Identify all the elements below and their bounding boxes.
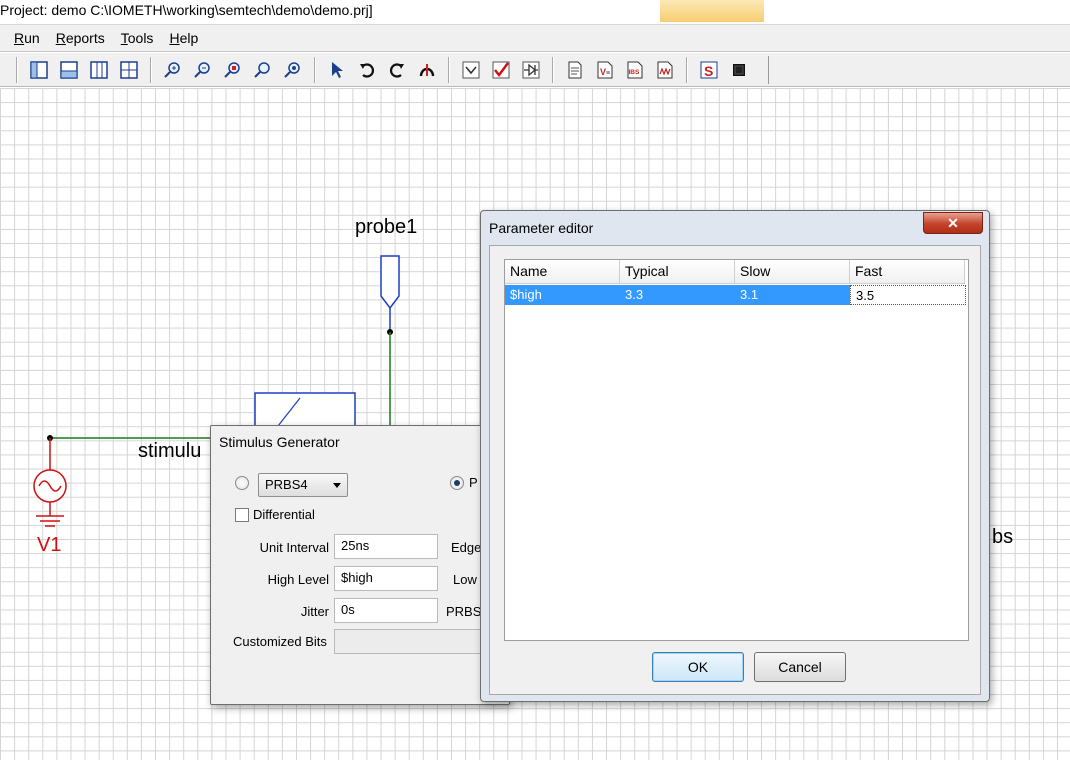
toolbar-separator [686, 56, 688, 83]
chevron-down-icon [333, 483, 341, 488]
prbs-label: PRBS [446, 604, 482, 619]
jitter-input[interactable]: 0s [334, 598, 438, 623]
pulse-radio[interactable] [450, 476, 464, 490]
cell-fast-editing[interactable]: 3.5 [850, 285, 966, 305]
customized-bits-input[interactable] [334, 629, 504, 654]
high-level-input[interactable]: $high [334, 566, 438, 591]
menu-tools[interactable]: Tools [113, 30, 162, 46]
rotate-cw-icon[interactable] [385, 58, 409, 82]
column-header-slow[interactable]: Slow [735, 260, 850, 284]
toolbar-separator [150, 56, 152, 83]
menu-help[interactable]: Help [161, 30, 206, 46]
cell-typical[interactable]: 3.3 [620, 285, 735, 305]
layout-3-icon[interactable] [87, 58, 111, 82]
s-logo-icon[interactable]: S [697, 58, 721, 82]
zoom-1-icon[interactable] [161, 58, 185, 82]
stimulus-label: stimulu [138, 440, 202, 462]
unit-interval-label: Unit Interval [259, 540, 329, 555]
probe1-label: probe1 [355, 216, 418, 238]
column-header-name[interactable]: Name [505, 260, 620, 284]
column-header-fast[interactable]: Fast [850, 260, 965, 284]
pattern-select[interactable]: PRBS4 [258, 473, 348, 497]
v1-label: V1 [37, 534, 62, 556]
zoom-3-icon[interactable] [221, 58, 245, 82]
parameter-editor-body: Name Typical Slow Fast $high 3.3 3.1 3.5… [489, 245, 981, 695]
toolbar: V ≡ IBS S [0, 53, 1070, 87]
ok-button[interactable]: OK [652, 652, 744, 682]
svg-text:IBS: IBS [629, 69, 641, 76]
cell-name[interactable]: $high [505, 285, 620, 305]
component-icon[interactable] [519, 58, 543, 82]
toolbar-separator [552, 56, 554, 83]
zoom-2-icon[interactable] [191, 58, 215, 82]
doc-icon[interactable] [563, 58, 587, 82]
pattern-radio[interactable] [235, 476, 249, 490]
probe1-symbol [380, 255, 400, 310]
right-component-label: bs [992, 526, 1014, 548]
parameter-editor-dialog: Parameter editor ✕ Name Typical Slow Fas… [480, 210, 990, 702]
stimulus-dialog-title: Stimulus Generator [219, 434, 340, 450]
layout-1-icon[interactable] [27, 58, 51, 82]
edge-label: Edge [451, 540, 482, 555]
cell-slow[interactable]: 3.1 [735, 285, 850, 305]
toolbar-end-divider [768, 56, 769, 84]
zoom-5-icon[interactable] [281, 58, 305, 82]
layout-2-icon[interactable] [57, 58, 81, 82]
background-window-ghost [660, 0, 764, 22]
table-row[interactable]: $high 3.3 3.1 3.5 [505, 285, 966, 305]
high-level-label: High Level [267, 572, 329, 587]
jitter-label: Jitter [300, 604, 329, 619]
menu-reports[interactable]: Reports [48, 30, 113, 46]
layout-4-icon[interactable] [117, 58, 141, 82]
menubar: Run Reports Tools Help [0, 24, 1070, 52]
window-title: Project: demo C:\IOMETH\working\semtech\… [0, 2, 373, 18]
low-level-label: Low [453, 572, 477, 587]
menu-run[interactable]: Run [6, 30, 48, 46]
svg-text:≡: ≡ [606, 70, 610, 77]
pointer-icon[interactable] [325, 58, 349, 82]
pattern-select-value: PRBS4 [265, 477, 308, 492]
zoom-4-icon[interactable] [251, 58, 275, 82]
parameter-editor-title: Parameter editor [489, 220, 594, 236]
window-title-bar: Project: demo C:\IOMETH\working\semtech\… [0, 0, 1070, 24]
svg-text:S: S [704, 63, 713, 79]
table-header: Name Typical Slow Fast [505, 260, 965, 284]
toolbar-separator [448, 56, 450, 83]
column-header-typical[interactable]: Typical [620, 260, 735, 284]
pulse-radio-label: P [469, 475, 478, 490]
parameter-table[interactable]: Name Typical Slow Fast $high 3.3 3.1 3.5 [504, 259, 969, 641]
check-list-icon[interactable] [459, 58, 483, 82]
doc-wave-icon[interactable] [653, 58, 677, 82]
differential-checkbox[interactable] [235, 508, 249, 522]
close-icon: ✕ [947, 215, 959, 231]
differential-label: Differential [253, 507, 315, 522]
toolbar-separator [314, 56, 316, 83]
check-red-icon[interactable] [489, 58, 513, 82]
stop-icon[interactable] [727, 58, 751, 82]
toolbar-separator [16, 56, 18, 83]
driver-component [254, 392, 356, 430]
doc-v-icon[interactable]: V ≡ [593, 58, 617, 82]
unit-interval-input[interactable]: 25ns [334, 534, 438, 559]
close-button[interactable]: ✕ [923, 212, 983, 234]
probe-tool-icon[interactable] [415, 58, 439, 82]
rotate-ccw-icon[interactable] [355, 58, 379, 82]
stimulus-generator-dialog: Stimulus Generator PRBS4 P Differential … [210, 425, 510, 705]
customized-bits-label: Customized Bits [233, 634, 327, 649]
cancel-button[interactable]: Cancel [754, 652, 846, 682]
ibis-icon[interactable]: IBS [623, 58, 647, 82]
